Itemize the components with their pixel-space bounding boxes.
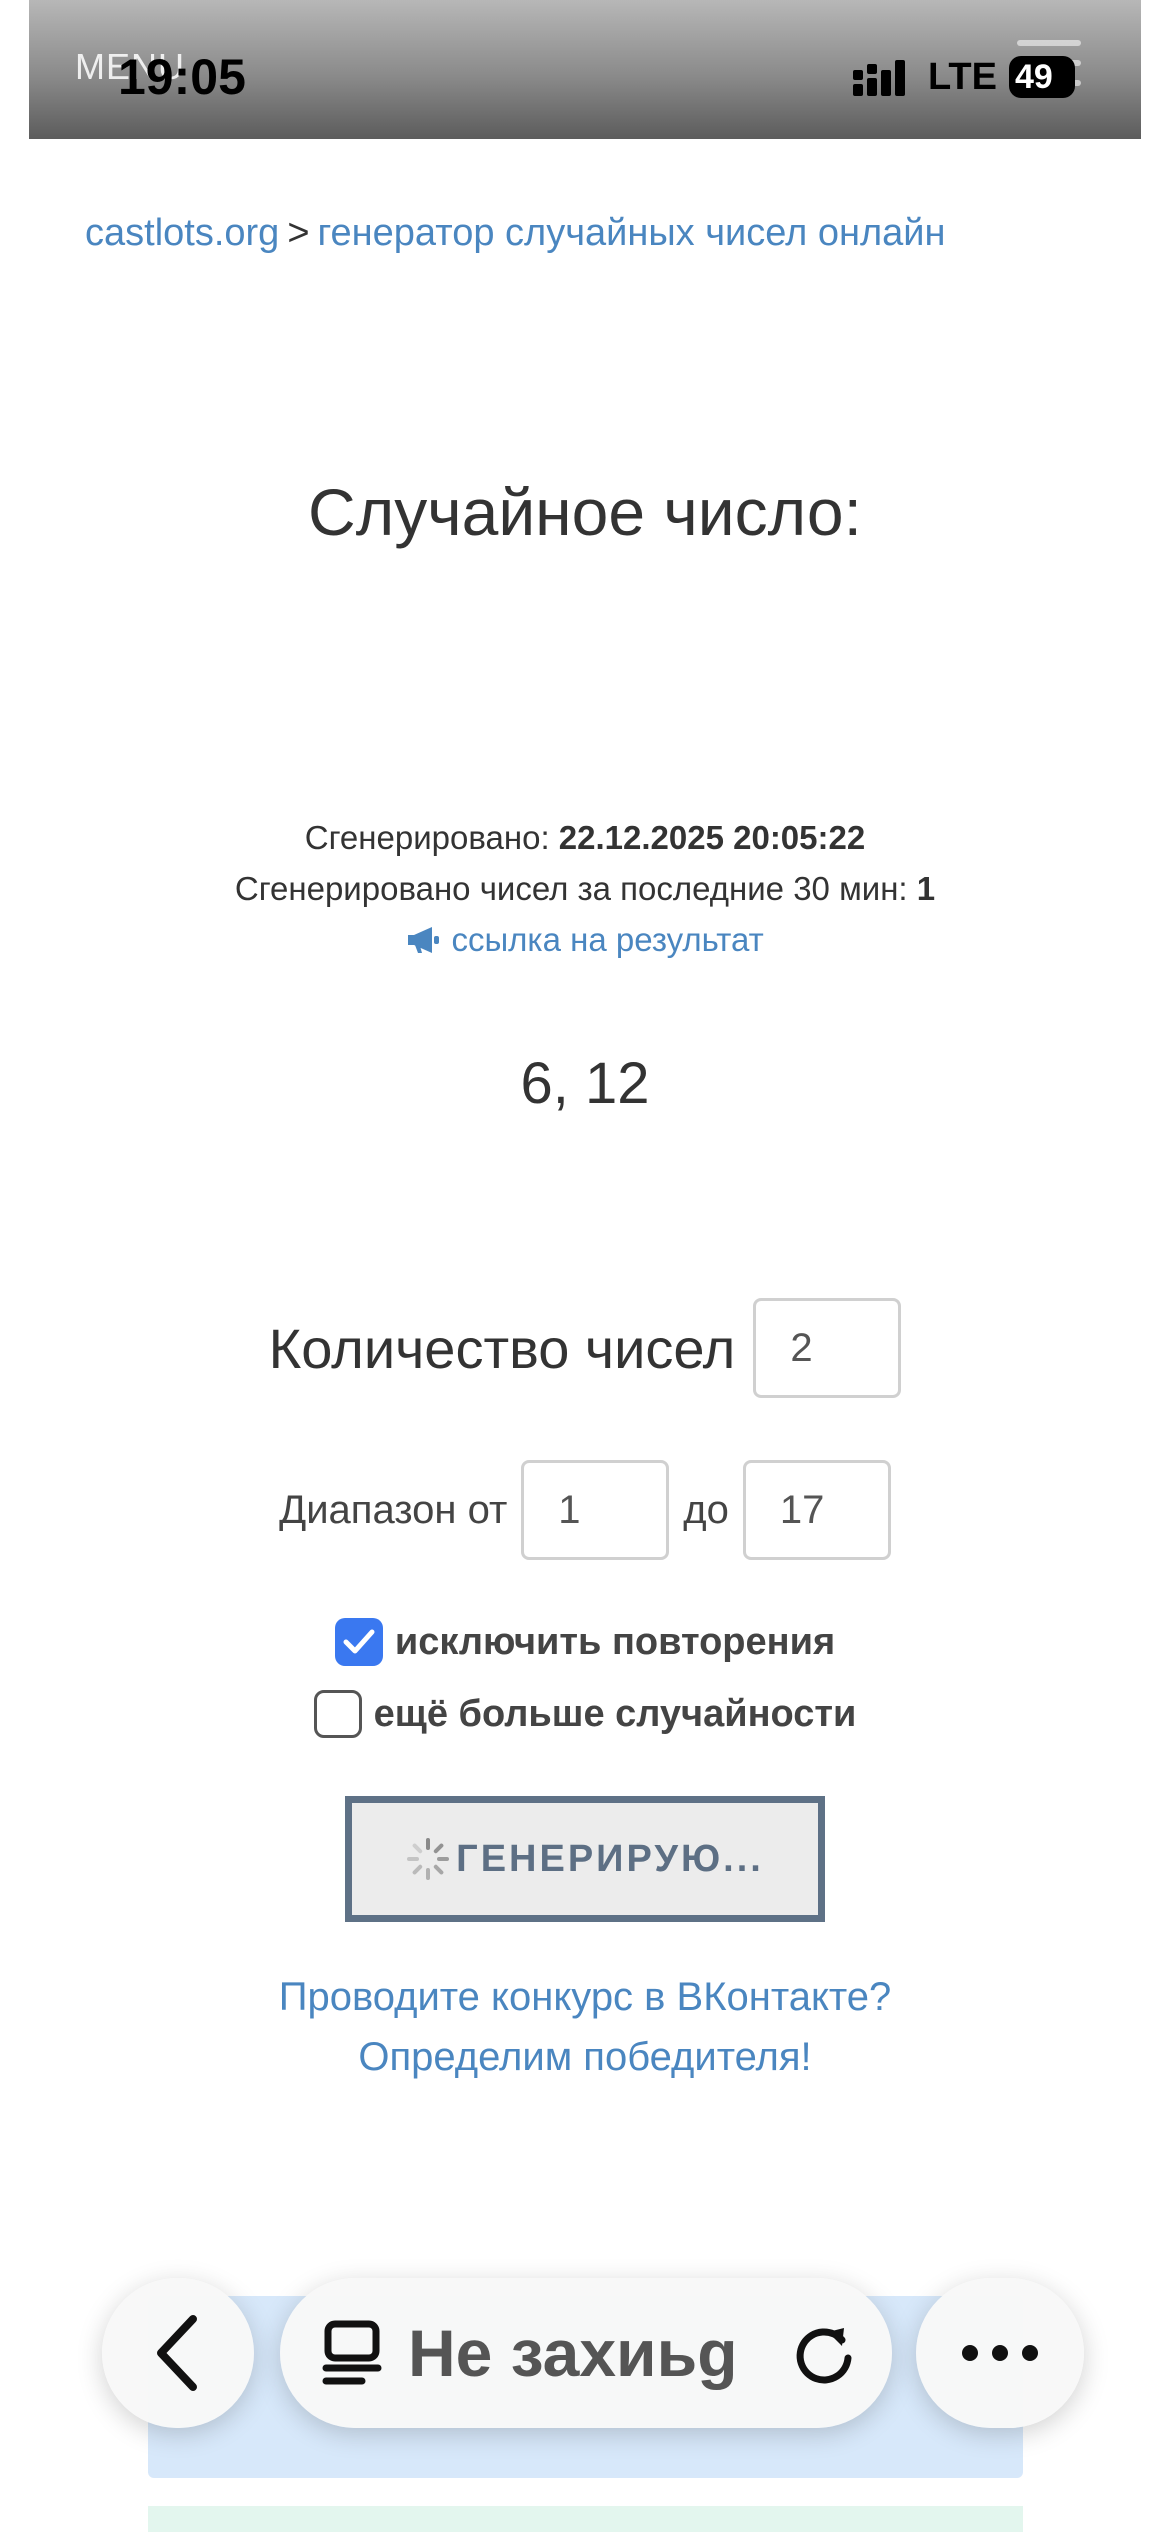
chevron-left-icon: [157, 2315, 197, 2391]
count-input-value: 2: [790, 1325, 813, 1370]
more-random-label[interactable]: ещё больше случайности: [374, 1693, 857, 1736]
breadcrumb-home-link[interactable]: castlots.org: [85, 212, 279, 254]
range-from-label: Диапазон от: [279, 1487, 508, 1532]
generate-button[interactable]: ГЕНЕРИРУЮ...: [345, 1796, 825, 1922]
more-random-option[interactable]: ещё больше случайности: [0, 1690, 1170, 1738]
more-options-button[interactable]: [916, 2278, 1084, 2428]
range-to-input[interactable]: 17: [742, 1460, 891, 1560]
address-bar-text[interactable]: Не захиьg: [408, 2315, 768, 2391]
range-from-value: 1: [558, 1487, 581, 1532]
exclude-repeats-label[interactable]: исключить повторения: [395, 1621, 835, 1664]
generated-label: Сгенерировано:: [304, 819, 559, 856]
count-value: 1: [916, 870, 936, 907]
breadcrumb-separator: >: [287, 212, 310, 254]
range-to-label: до: [683, 1487, 729, 1532]
battery-indicator: 49: [1009, 56, 1075, 98]
loading-spinner-icon: [407, 1838, 450, 1880]
exclude-repeats-option[interactable]: исключить повторения: [0, 1618, 1170, 1666]
generate-button-label: ГЕНЕРИРУЮ...: [456, 1837, 764, 1880]
count-input[interactable]: 2: [753, 1298, 902, 1398]
checkmark-icon: [343, 1629, 375, 1654]
result-link[interactable]: ссылка на результат: [0, 914, 1170, 965]
page-title: Случайное число:: [308, 475, 862, 549]
count-field-label: Количество чисел: [268, 1316, 736, 1380]
breadcrumb: castlots.org > генератор случайных чисел о…: [85, 212, 945, 255]
reload-icon[interactable]: [794, 2320, 856, 2386]
ellipsis-icon: [962, 2345, 1038, 2361]
promo-link-line2[interactable]: Определим победителя!: [0, 2027, 1170, 2087]
range-from-input[interactable]: 1: [521, 1460, 670, 1560]
reader-mode-icon[interactable]: [322, 2320, 382, 2386]
vk-contest-promo: Проводите конкурс в ВКонтакте? Определим…: [0, 1967, 1170, 2087]
count-label: Сгенерировано чисел за последние 30 мин:: [234, 870, 917, 907]
back-button[interactable]: [102, 2278, 254, 2428]
signal-strength-icon: [853, 60, 905, 96]
status-time: 19:05: [118, 49, 246, 105]
range-row: Диапазон от 1 до 17: [0, 1460, 1170, 1560]
network-type: LTE: [928, 56, 997, 98]
megaphone-icon: [408, 927, 440, 953]
result-numbers: 6, 12: [520, 1051, 650, 1116]
range-to-value: 17: [779, 1487, 825, 1532]
generation-info: Сгенерировано: 22.12.2025 20:05:22 Сгене…: [0, 812, 1170, 965]
banner-ad-secondary: [148, 2506, 1023, 2532]
address-bar[interactable]: Не захиьg: [280, 2278, 892, 2428]
promo-link-line1[interactable]: Проводите конкурс в ВКонтакте?: [0, 1967, 1170, 2027]
count-row: Количество чисел 2: [0, 1298, 1170, 1398]
generated-datetime: 22.12.2025 20:05:22: [558, 819, 866, 856]
breadcrumb-current-link[interactable]: генератор случайных чисел онлайн: [318, 212, 946, 254]
result-link-label[interactable]: ссылка на результат: [451, 921, 763, 958]
more-random-checkbox[interactable]: [313, 1690, 362, 1738]
exclude-repeats-checkbox[interactable]: [334, 1618, 383, 1666]
